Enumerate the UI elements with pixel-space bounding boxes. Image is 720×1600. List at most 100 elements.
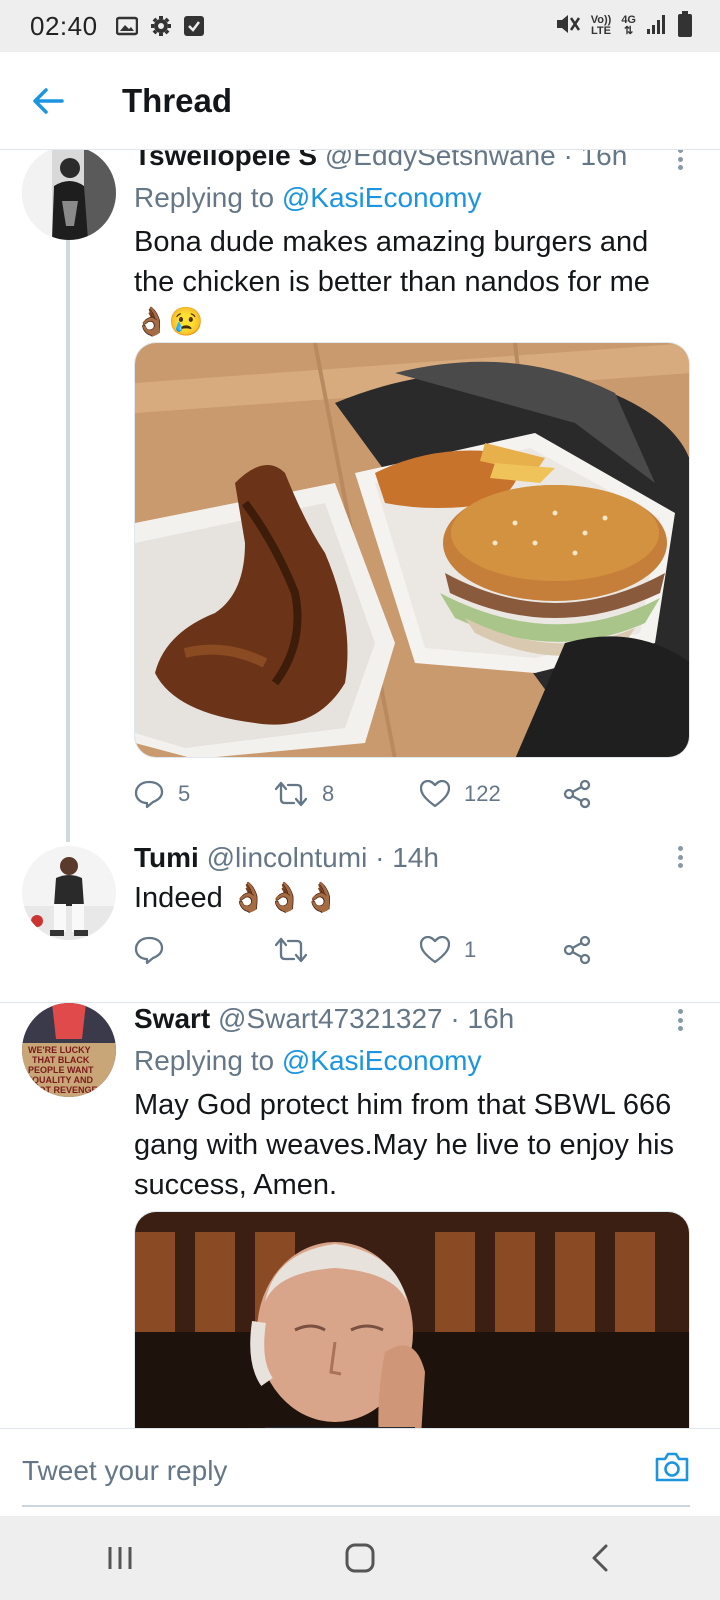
system-nav-bar <box>0 1516 720 1600</box>
tweet-actions: 1 <box>134 930 690 970</box>
volte-label: Vo)) LTE <box>591 15 612 37</box>
replying-to: Replying to @KasiEconomy <box>134 1041 690 1081</box>
settings-icon <box>150 15 172 37</box>
replying-to-handle[interactable]: @KasiEconomy <box>282 1045 482 1076</box>
retweet-icon <box>274 937 308 963</box>
reply-input-underline <box>22 1505 690 1507</box>
avatar[interactable] <box>22 150 116 240</box>
tweet-header: Tswellopele S @EddySetshwane · 16h <box>134 150 690 174</box>
app-bar: Thread <box>0 52 720 150</box>
tweet-2[interactable]: Tumi @lincolntumi · 14h Indeed 👌🏾👌🏾👌🏾 1 <box>0 840 720 990</box>
like-button[interactable]: 1 <box>420 930 476 970</box>
tweet-text-content: Indeed <box>134 882 223 914</box>
heart-icon <box>420 780 450 808</box>
svg-text:THAT BLACK: THAT BLACK <box>32 1055 90 1065</box>
camera-icon <box>655 1452 689 1482</box>
separator: · <box>450 1003 460 1034</box>
display-name[interactable]: Tumi <box>134 842 199 873</box>
mute-icon <box>555 12 581 41</box>
separator: · <box>563 150 573 171</box>
reply-input[interactable]: Tweet your reply <box>22 1455 227 1487</box>
retweet-button[interactable]: 8 <box>274 774 334 814</box>
like-count: 1 <box>464 937 477 962</box>
reply-icon <box>134 780 164 809</box>
user-handle[interactable]: @lincolntumi <box>207 842 368 873</box>
battery-icon <box>678 10 692 42</box>
replying-to: Replying to @KasiEconomy <box>134 178 690 218</box>
avatar[interactable]: WE'RE LUCKY THAT BLACK PEOPLE WANT EQUAL… <box>22 1003 116 1097</box>
tweet-body: Swart @Swart47321327 · 16h Replying to @… <box>134 1001 690 1205</box>
older-man-portrait-photo <box>135 1212 689 1428</box>
thread-list[interactable]: Tswellopele S @EddySetshwane · 16h Reply… <box>0 150 720 1428</box>
back-button[interactable] <box>0 52 98 150</box>
svg-text:NOT REVENGE: NOT REVENGE <box>32 1085 98 1095</box>
camera-button[interactable] <box>654 1451 690 1488</box>
recent-apps-icon <box>108 1547 132 1569</box>
status-bar: 02:40 Vo)) LTE 4G ⇅ <box>0 0 720 52</box>
reply-composer: Tweet your reply <box>0 1428 720 1516</box>
tweet-text: Indeed 👌🏾👌🏾👌🏾 <box>134 878 690 918</box>
status-right-group: Vo)) LTE 4G ⇅ <box>555 0 692 52</box>
display-name[interactable]: Swart <box>134 1003 210 1034</box>
image-icon <box>115 16 138 36</box>
recent-apps-button[interactable] <box>60 1516 180 1600</box>
more-options-icon[interactable] <box>670 150 690 174</box>
separator: · <box>375 842 385 873</box>
share-button[interactable] <box>562 774 592 814</box>
home-button[interactable] <box>300 1516 420 1600</box>
home-icon <box>345 1543 375 1573</box>
tweet-emoji: 👌🏾👌🏾👌🏾 <box>230 882 340 914</box>
back-icon <box>592 1544 608 1572</box>
tweet-3[interactable]: WE'RE LUCKY THAT BLACK PEOPLE WANT EQUAL… <box>0 1003 720 1428</box>
svg-text:EQUALITY AND: EQUALITY AND <box>26 1075 94 1085</box>
reply-button[interactable]: 5 <box>134 774 190 814</box>
display-name[interactable]: Tswellopele S <box>134 150 317 171</box>
replying-prefix: Replying to <box>134 182 275 213</box>
tweet-1[interactable]: Tswellopele S @EddySetshwane · 16h Reply… <box>0 150 720 842</box>
nav-back-button[interactable] <box>540 1516 660 1600</box>
thread-connector <box>66 232 70 842</box>
more-options-icon[interactable] <box>670 842 690 872</box>
tweet-header: Tumi @lincolntumi · 14h <box>134 840 690 876</box>
like-button[interactable]: 122 <box>420 774 501 814</box>
more-options-icon[interactable] <box>670 1005 690 1035</box>
arrow-left-icon <box>33 87 64 114</box>
data-arrows-icon: ⇅ <box>624 25 634 37</box>
tweet-time: 14h <box>392 842 439 873</box>
tweet-text-content: Bona dude makes amazing burgers and the … <box>134 226 650 298</box>
retweet-button[interactable] <box>274 930 322 970</box>
like-count: 122 <box>464 781 501 806</box>
user-handle[interactable]: @Swart47321327 <box>218 1003 443 1034</box>
heart-icon <box>420 936 450 964</box>
tweet-body: Tswellopele S @EddySetshwane · 16h Reply… <box>134 150 690 342</box>
user-handle[interactable]: @EddySetshwane <box>325 150 556 171</box>
svg-text:PEOPLE WANT: PEOPLE WANT <box>28 1065 94 1075</box>
tweet-emoji: 👌🏾😢 <box>134 306 204 337</box>
replying-prefix: Replying to <box>134 1045 275 1076</box>
avatar[interactable] <box>22 846 116 940</box>
share-button[interactable] <box>562 930 592 970</box>
share-icon <box>563 935 591 965</box>
reply-button[interactable] <box>134 930 178 970</box>
share-icon <box>563 779 591 809</box>
tweet-media[interactable] <box>134 342 690 758</box>
tweet-time: 16h <box>580 150 628 171</box>
volte-bottom: LTE <box>591 25 611 37</box>
tweet-actions: 5 8 122 <box>134 774 690 814</box>
tweet-body: Tumi @lincolntumi · 14h Indeed 👌🏾👌🏾👌🏾 <box>134 840 690 918</box>
signal-icon <box>646 13 668 40</box>
data-label: 4G ⇅ <box>621 15 636 37</box>
replying-to-handle[interactable]: @KasiEconomy <box>282 182 482 213</box>
tweet-time: 16h <box>467 1003 515 1034</box>
retweet-count: 8 <box>322 781 335 806</box>
tweet-text: May God protect him from that SBWL 666 g… <box>134 1089 675 1201</box>
checkbox-icon <box>183 16 204 36</box>
svg-text:WE'RE LUCKY: WE'RE LUCKY <box>28 1045 91 1055</box>
retweet-icon <box>274 781 308 807</box>
reply-icon <box>134 936 164 965</box>
tweet-header: Swart @Swart47321327 · 16h <box>134 1001 690 1037</box>
tweet-media[interactable] <box>134 1211 690 1428</box>
chicken-burger-fries-photo <box>135 343 689 757</box>
reply-count: 5 <box>178 781 191 806</box>
page-title: Thread <box>122 81 233 119</box>
